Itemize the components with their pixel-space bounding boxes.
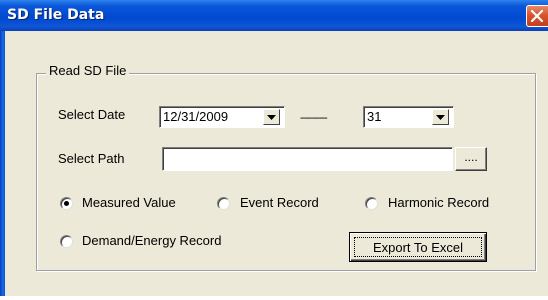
select-date-label: Select Date (58, 107, 126, 122)
window-title: SD File Data (7, 7, 105, 23)
radio-harmonic-record[interactable] (365, 197, 378, 210)
radio-measured-value[interactable] (60, 197, 73, 210)
day-dropdown[interactable]: 31 (363, 106, 454, 128)
window-border (0, 31, 5, 300)
radio-label-harmonic-record[interactable]: Harmonic Record (388, 195, 489, 210)
chevron-down-icon (267, 115, 276, 120)
close-icon (531, 10, 543, 22)
radio-demand-energy-record[interactable] (60, 235, 73, 248)
radio-label-event-record[interactable]: Event Record (240, 195, 319, 210)
group-label: Read SD File (46, 63, 130, 78)
title-bar[interactable]: SD File Data (0, 0, 548, 31)
day-dropdown-button[interactable] (432, 109, 449, 125)
radio-label-demand-energy-record[interactable]: Demand/Energy Record (82, 233, 221, 248)
select-path-label: Select Path (58, 151, 125, 166)
date-range-separator: ---------- (300, 112, 328, 124)
export-to-excel-button[interactable]: Export To Excel (349, 232, 487, 262)
browse-button[interactable]: .... (455, 147, 487, 171)
radio-selected-dot (64, 201, 69, 206)
chevron-down-icon (436, 115, 445, 120)
radio-event-record[interactable] (217, 197, 230, 210)
radio-label-measured-value[interactable]: Measured Value (82, 195, 176, 210)
date-value: 12/31/2009 (163, 109, 229, 124)
date-dropdown[interactable]: 12/31/2009 (159, 106, 285, 128)
window-bottom-edge (0, 296, 548, 300)
date-dropdown-button[interactable] (263, 109, 280, 125)
sd-file-data-dialog: SD File Data Read SD File Select Date 12… (0, 0, 548, 300)
day-value: 31 (367, 109, 382, 124)
close-button[interactable] (526, 5, 548, 27)
export-button-label: Export To Excel (372, 240, 464, 255)
path-input[interactable] (162, 147, 453, 171)
